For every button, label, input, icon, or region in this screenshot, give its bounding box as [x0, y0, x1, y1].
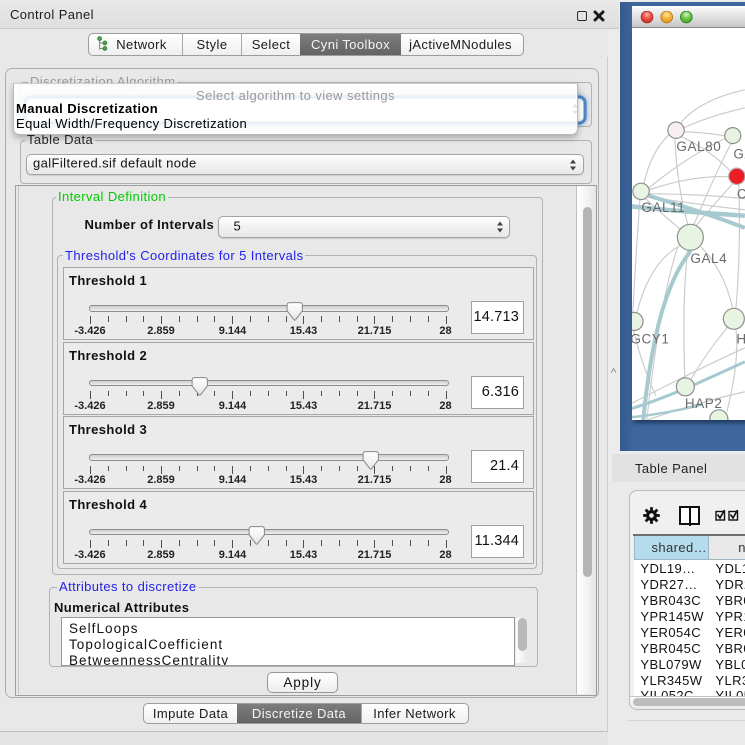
svg-text:GA: GA	[734, 146, 745, 161]
svg-text:C: C	[737, 186, 745, 201]
svg-text:GAL11: GAL11	[642, 200, 686, 215]
svg-text:H: H	[737, 331, 745, 346]
svg-text:GAL80: GAL80	[677, 139, 722, 154]
svg-text:GAL4: GAL4	[691, 251, 728, 266]
svg-text:HAP2: HAP2	[685, 396, 723, 411]
svg-text:GCY1: GCY1	[632, 331, 670, 346]
